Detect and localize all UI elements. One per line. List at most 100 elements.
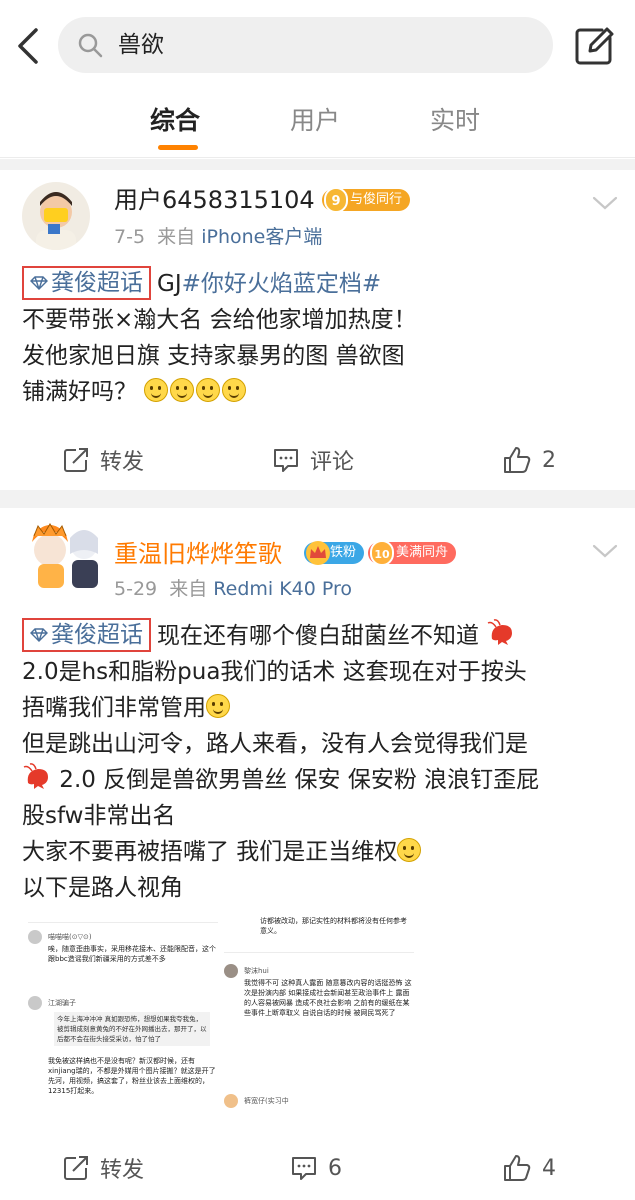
image-comment-name: 喵喵喵(⊙▽⊙) xyxy=(48,933,92,941)
image-comment-name: 裤宽仔(实习中 xyxy=(244,1097,289,1105)
top-bar: 兽欲 xyxy=(0,0,635,88)
image-comment-name: 江湖骗子 xyxy=(48,999,76,1007)
username[interactable]: 用户6458315104 xyxy=(114,184,315,216)
post-card[interactable]: 重温旧烨烨笙歌 铁粉 10 美满同舟 5-29 来自 Redmi K40 Pro… xyxy=(0,508,635,1200)
text-line: 大家不要再被捂嘴了 我们是正当维权 xyxy=(22,839,398,865)
image-comment: 喵喵喵(⊙▽⊙) 唉，随意歪曲事实，采用移花接木、还能限配音，这个跟bbc造谣我… xyxy=(28,930,218,978)
search-bar[interactable]: 兽欲 xyxy=(58,17,553,73)
chevron-down-icon[interactable] xyxy=(590,194,620,214)
like-button[interactable]: 4 xyxy=(502,1138,556,1198)
search-query[interactable]: 兽欲 xyxy=(118,30,164,60)
image-panel-right: 访都被改动，那记实性的材料都将没有任何参考意义。 黎沫hui 我觉得不可 这种真… xyxy=(224,910,414,1120)
repost-label: 转发 xyxy=(100,1158,145,1183)
username[interactable]: 重温旧烨烨笙歌 xyxy=(114,538,282,570)
like-count: 4 xyxy=(542,1155,556,1181)
post-text: 龚俊超话 GJ#你好火焰蓝定档# 不要带张×瀚大名 会给他家增加热度！ 发他家旭日… xyxy=(22,266,417,410)
image-avatar xyxy=(224,964,238,978)
text-line: 但是跳出山河令，路人来看，没有人会觉得我们是 xyxy=(22,731,528,757)
fan-badge: 9 与俊同行 xyxy=(322,187,411,213)
image-comment-text: 唉，随意歪曲事实，采用移花接木、还能限配音，这个跟bbc造谣我们新疆采用的方式差… xyxy=(48,945,216,963)
comment-button[interactable]: 6 xyxy=(290,1138,342,1198)
hashtag-link[interactable]: #你好火焰蓝定档# xyxy=(182,271,382,297)
image-panel-left: 喵喵喵(⊙▽⊙) 唉，随意歪曲事实，采用移花接木、还能限配音，这个跟bbc造谣我… xyxy=(28,910,218,1120)
repost-icon xyxy=(64,1156,88,1180)
smile-emoji-icon xyxy=(222,378,247,402)
comment-icon xyxy=(274,449,298,472)
fan-badge-label: 与俊同行 xyxy=(350,192,403,207)
active-tab-indicator xyxy=(158,145,198,150)
shrimp-emoji-icon xyxy=(23,763,48,789)
iron-fan-label: 铁粉 xyxy=(330,545,357,560)
shrimp-emoji-icon xyxy=(487,619,513,645)
image-comment: 裤宽仔(实习中 xyxy=(224,1094,414,1114)
image-comment: 黎沫hui 我觉得不可 这种真人露面 随意篡改内容的话挺恐怖 这次是扮演内部 如… xyxy=(224,964,414,1074)
post-meta: 5-29 来自 Redmi K40 Pro xyxy=(114,576,352,602)
back-arrow-icon[interactable] xyxy=(12,24,48,68)
tab-users[interactable]: 用户 xyxy=(290,104,340,138)
like-button[interactable]: 2 xyxy=(502,430,556,490)
fan-badge: 10 美满同舟 xyxy=(368,540,457,566)
image-avatar xyxy=(224,1094,238,1108)
post-source[interactable]: Redmi K40 Pro xyxy=(213,578,352,600)
diamond-icon xyxy=(30,628,48,642)
comment-icon xyxy=(292,1157,316,1180)
compose-icon[interactable] xyxy=(572,24,616,68)
post-actions: 转发 6 4 xyxy=(0,1138,635,1198)
image-comment-name: 黎沫hui xyxy=(244,967,269,975)
post-source[interactable]: iPhone客户端 xyxy=(201,226,322,248)
post-card[interactable]: 用户6458315104 9 与俊同行 7-5 来自 iPhone客户端 龚俊超… xyxy=(0,170,635,490)
repost-icon xyxy=(64,448,88,472)
repost-label: 转发 xyxy=(100,450,145,475)
super-topic-tag[interactable]: 龚俊超话 xyxy=(22,266,151,300)
smile-emoji-icon xyxy=(144,378,169,402)
super-topic-tag[interactable]: 龚俊超话 xyxy=(22,618,151,652)
crown-icon xyxy=(306,541,330,565)
fan-level: 10 xyxy=(370,540,394,566)
repost-button[interactable]: 转发 xyxy=(62,1138,144,1198)
smile-emoji-icon xyxy=(196,378,221,402)
repost-button[interactable]: 转发 xyxy=(62,430,144,490)
thumbs-up-icon xyxy=(504,1155,531,1181)
chevron-down-icon[interactable] xyxy=(590,542,620,562)
post-meta: 7-5 来自 iPhone客户端 xyxy=(114,224,322,250)
fan-badge-label: 美满同舟 xyxy=(396,545,449,560)
text-segment: GJ xyxy=(157,271,182,297)
image-comment: 江湖骗子 今年上海冲冲冲 真如跟恐怖，想想如果我夸我兔，被剪辑成刻意黄兔的不好在… xyxy=(28,996,218,1116)
comment-count: 6 xyxy=(328,1155,342,1181)
text-line: 以下是路人视角 xyxy=(22,875,183,901)
like-count: 2 xyxy=(542,447,556,473)
text-line: 捂嘴我们非常管用 xyxy=(22,695,206,721)
smile-emoji-icon xyxy=(170,378,195,402)
text-line: 股sfw非常出名 xyxy=(22,803,176,829)
source-prefix: 来自 xyxy=(169,578,208,600)
smile-emoji-icon xyxy=(397,838,422,862)
post-text: 龚俊超话 现在还有哪个傻白甜菌丝不知道 2.0是hs和脂粉pua我们的话术 这套现… xyxy=(22,618,539,906)
text-line: 2.0是hs和脂粉pua我们的话术 这套现在对于按头 xyxy=(22,659,527,685)
fan-level: 9 xyxy=(324,187,348,213)
source-prefix: 来自 xyxy=(157,226,196,248)
avatar[interactable] xyxy=(22,520,110,588)
search-tabs: 综合 用户 实时 xyxy=(0,88,635,158)
text-line: 发他家旭日旗 支持家暴男的图 兽欲图 xyxy=(22,343,405,369)
super-topic-label: 龚俊超话 xyxy=(51,622,143,648)
diamond-icon xyxy=(30,276,48,290)
text-line: 铺满好吗？ xyxy=(22,379,137,405)
post-image[interactable]: 喵喵喵(⊙▽⊙) 唉，随意歪曲事实，采用移花接木、还能限配音，这个跟bbc造谣我… xyxy=(22,910,416,1120)
image-divider xyxy=(28,922,218,923)
thumbs-up-icon xyxy=(504,447,531,473)
feed-divider xyxy=(0,490,635,508)
image-divider xyxy=(224,952,414,953)
search-icon xyxy=(78,33,103,58)
comment-button[interactable]: 评论 xyxy=(272,430,354,490)
tab-realtime[interactable]: 实时 xyxy=(430,104,480,138)
tab-comprehensive[interactable]: 综合 xyxy=(150,104,200,138)
comment-label: 评论 xyxy=(310,450,355,475)
avatar[interactable] xyxy=(22,182,90,250)
image-avatar xyxy=(28,930,42,944)
iron-fan-badge: 铁粉 xyxy=(304,541,365,565)
super-topic-label: 龚俊超话 xyxy=(51,270,143,296)
smile-emoji-icon xyxy=(206,694,230,718)
text-segment: 现在还有哪个傻白甜菌丝不知道 xyxy=(157,623,479,649)
text-line: 2.0 反倒是兽欲男兽丝 保安 保安粉 浪浪钉歪屁 xyxy=(52,767,540,793)
post-actions: 转发 评论 2 xyxy=(0,430,635,490)
